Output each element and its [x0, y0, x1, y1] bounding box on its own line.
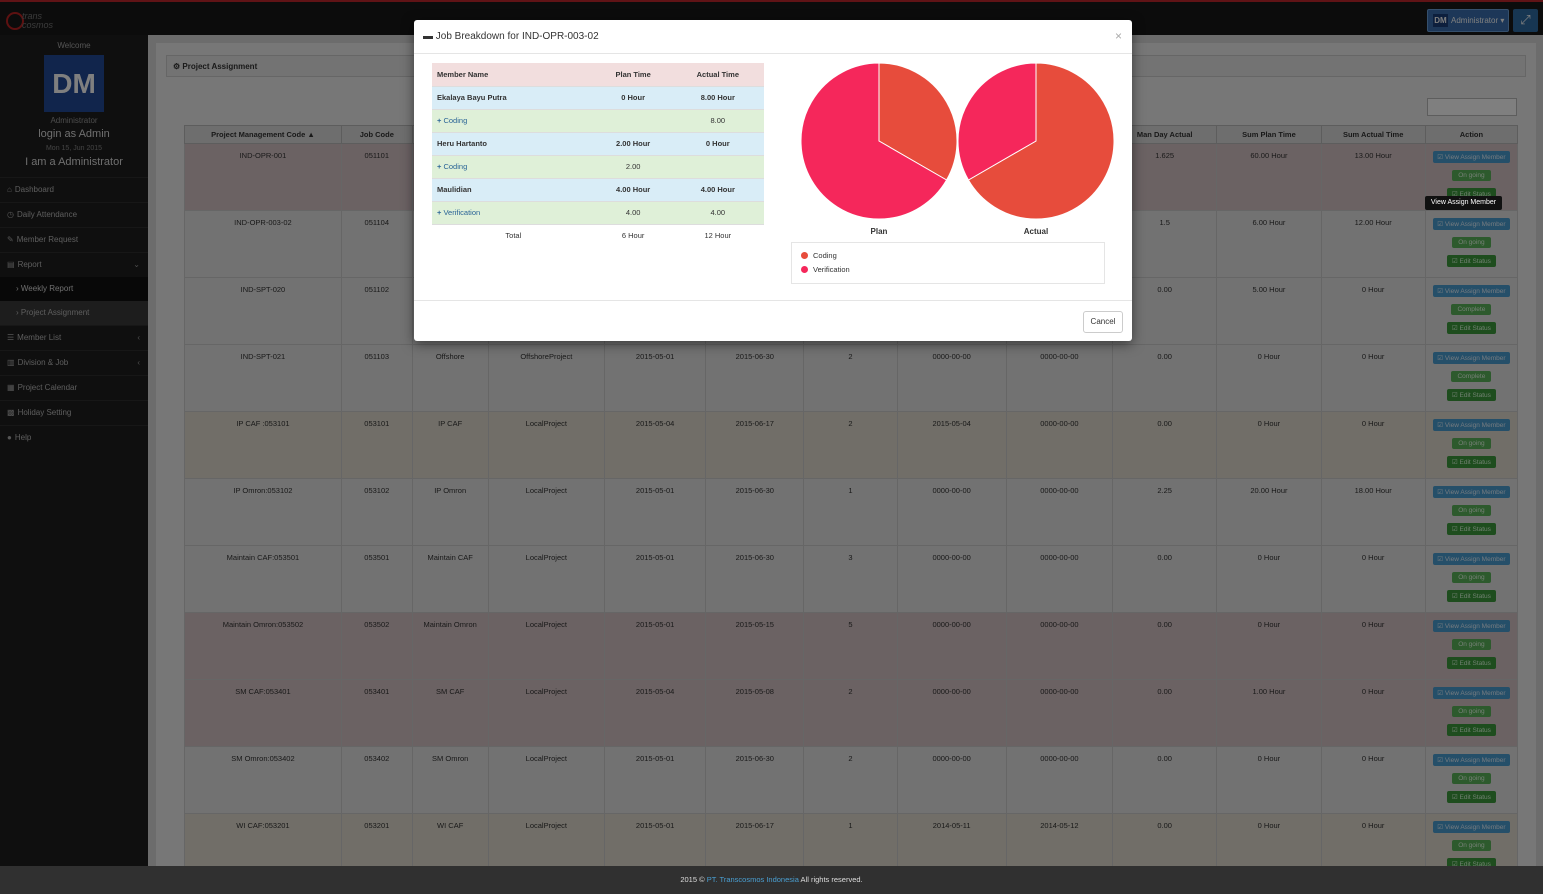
cancel-button[interactable]: Cancel — [1083, 311, 1123, 333]
footer-suffix: All rights reserved. — [798, 875, 863, 884]
actual-time-cell: 4.00 Hour — [671, 178, 764, 202]
modal-header: ▬ Job Breakdown for IND-OPR-003-02 × — [414, 20, 1132, 54]
member-name-cell: Heru Hartanto — [432, 132, 595, 156]
pie-charts: Plan Actual — [800, 62, 1115, 236]
plan-time-cell: 2.00 Hour — [594, 132, 672, 156]
footer-prefix: 2015 © — [680, 875, 707, 884]
footer-company-link[interactable]: PT. Transcosmos Indonesia — [707, 875, 799, 884]
legend-swatch — [801, 265, 808, 273]
member-name-cell: + Coding — [432, 155, 595, 179]
footer: 2015 © PT. Transcosmos Indonesia All rig… — [0, 866, 1543, 894]
breakdown-table: Member Name Plan Time Actual Time Ekalay… — [432, 63, 764, 247]
legend-item[interactable]: Verification — [801, 262, 1095, 276]
actual-time-cell: 8.00 Hour — [671, 86, 764, 110]
member-name-cell: Maulidian — [432, 178, 595, 202]
member-row: Maulidian 4.00 Hour 4.00 Hour — [432, 178, 764, 202]
modal-title: Job Breakdown for IND-OPR-003-02 — [435, 31, 599, 42]
total-label: Total — [432, 224, 595, 247]
member-name-cell: Ekalaya Bayu Putra — [432, 86, 595, 110]
col-plan-time: Plan Time — [594, 63, 672, 87]
job-name-link[interactable]: Coding — [443, 162, 467, 171]
job-breakdown-modal: ▬ Job Breakdown for IND-OPR-003-02 × Mem… — [414, 20, 1132, 341]
legend-label: Verification — [813, 264, 850, 274]
job-row[interactable]: + Verification 4.00 4.00 — [432, 201, 764, 225]
legend-label: Coding — [813, 250, 837, 260]
actual-time-cell: 8.00 — [671, 109, 764, 133]
total-row: Total 6 Hour 12 Hour — [432, 224, 764, 247]
plan-time-cell: 4.00 — [594, 201, 672, 225]
pie-title: Actual — [1024, 227, 1048, 236]
total-plan: 6 Hour — [594, 224, 672, 247]
chart-legend: Coding Verification — [791, 242, 1105, 284]
job-name-link[interactable]: Verification — [443, 208, 480, 217]
tooltip: View Assign Member — [1425, 196, 1502, 210]
legend-item[interactable]: Coding — [801, 248, 1095, 262]
job-name-link[interactable]: Coding — [443, 116, 467, 125]
member-name-cell: + Verification — [432, 201, 595, 225]
actual-time-cell: 0 Hour — [671, 132, 764, 156]
col-member-name: Member Name — [432, 63, 595, 87]
pie-title: Plan — [871, 227, 888, 236]
briefcase-icon: ▬ — [423, 31, 436, 42]
plan-time-cell — [594, 109, 672, 133]
actual-time-cell — [671, 155, 764, 179]
member-row: Ekalaya Bayu Putra 0 Hour 8.00 Hour — [432, 86, 764, 110]
member-name-cell: + Coding — [432, 109, 595, 133]
col-actual-time: Actual Time — [671, 63, 764, 87]
legend-swatch — [801, 251, 808, 259]
close-icon[interactable]: × — [1115, 20, 1122, 53]
plan-time-cell: 0 Hour — [594, 86, 672, 110]
member-row: Heru Hartanto 2.00 Hour 0 Hour — [432, 132, 764, 156]
job-row[interactable]: + Coding 2.00 — [432, 155, 764, 179]
modal-footer: Cancel — [414, 300, 1132, 341]
actual-time-cell: 4.00 — [671, 201, 764, 225]
plan-time-cell: 2.00 — [594, 155, 672, 179]
job-row[interactable]: + Coding 8.00 — [432, 109, 764, 133]
total-actual: 12 Hour — [671, 224, 764, 247]
plan-time-cell: 4.00 Hour — [594, 178, 672, 202]
